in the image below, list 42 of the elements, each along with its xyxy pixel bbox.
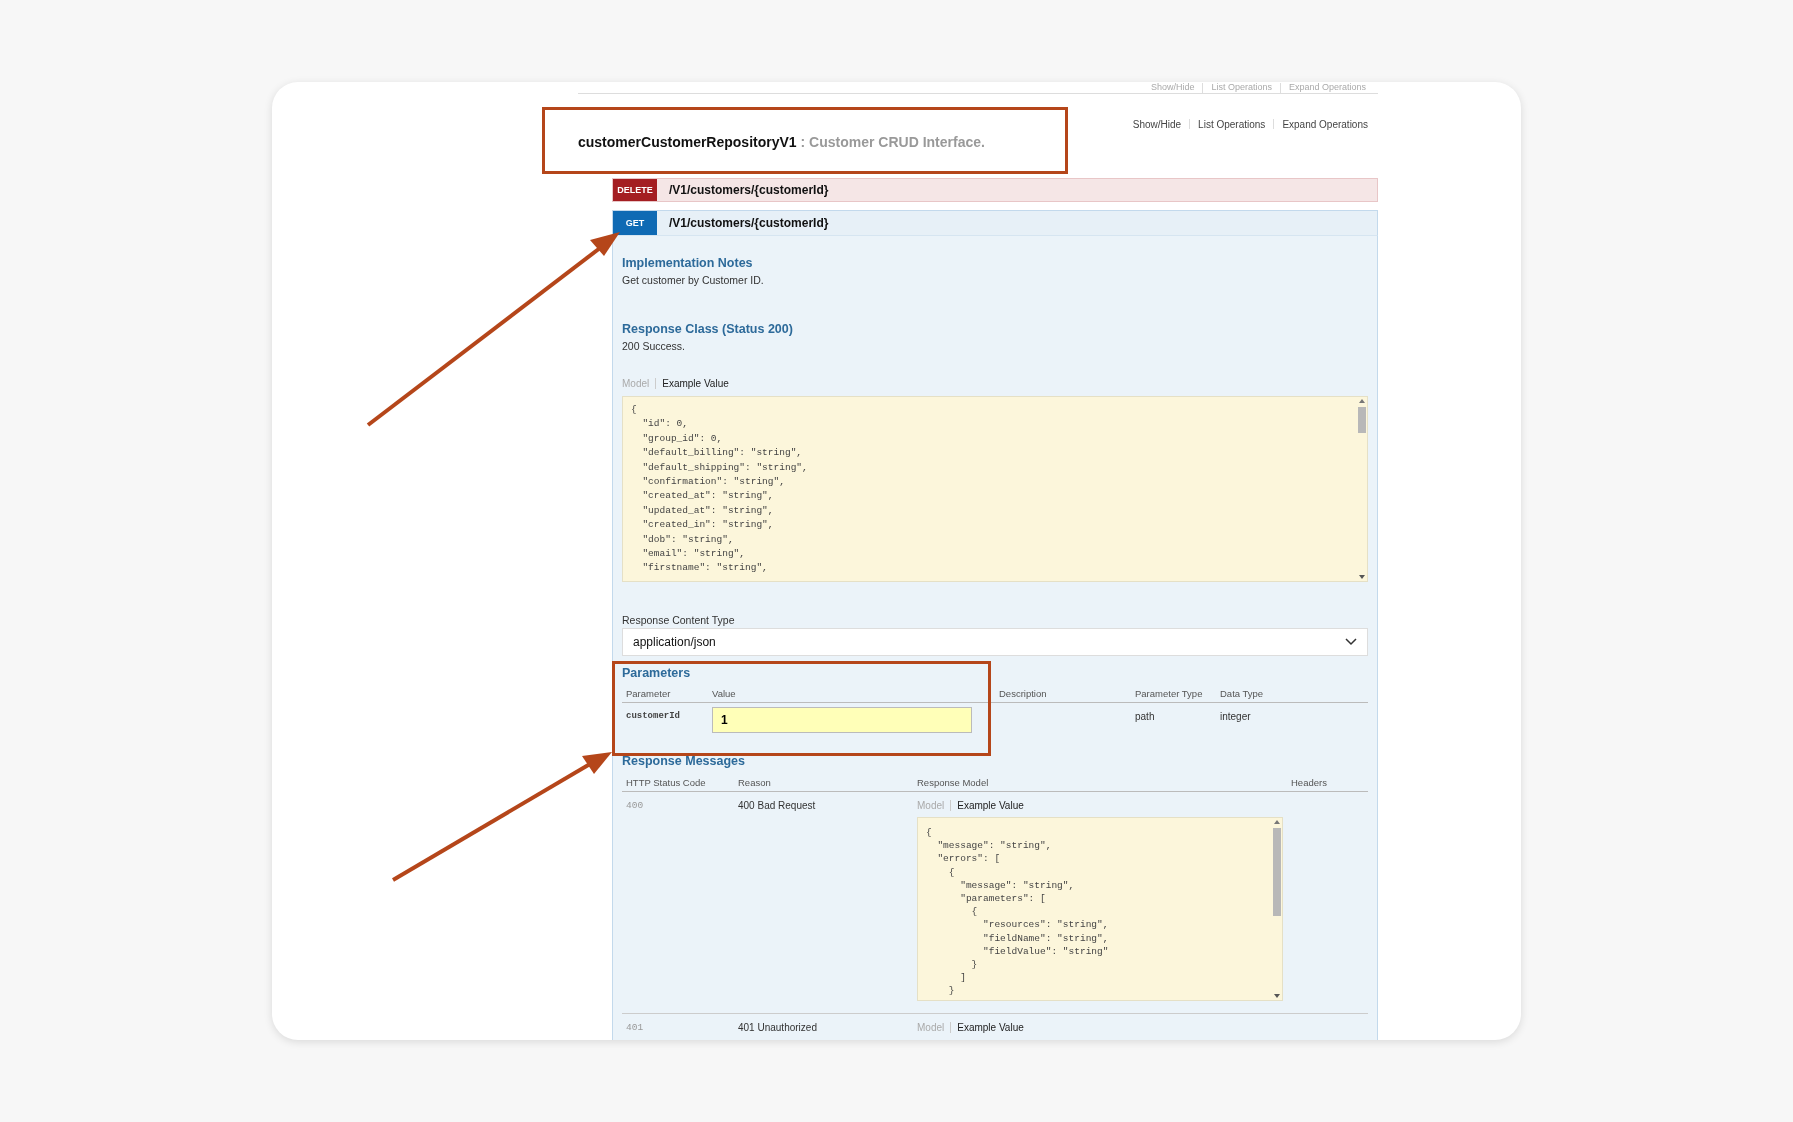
operation-path[interactable]: /V1/customers/{customerId}: [669, 183, 829, 197]
operation-bar[interactable]: GET /V1/customers/{customerId}: [612, 210, 1378, 236]
parameter-input[interactable]: 1: [712, 707, 972, 733]
column-header: Parameter: [626, 688, 672, 699]
column-header: Reason: [738, 777, 772, 788]
response-class-text: 200 Success.: [622, 340, 687, 352]
section-link[interactable]: Show/Hide: [1132, 118, 1182, 130]
section-heading: Implementation Notes: [622, 256, 754, 270]
model-tab[interactable]: Example Value: [951, 800, 1030, 811]
field-label: Response Content Type: [622, 614, 736, 626]
parameter-name: customerId: [626, 711, 681, 723]
operation-path[interactable]: /V1/customers/{customerId}: [669, 216, 829, 230]
section-link[interactable]: List Operations: [1198, 118, 1266, 130]
notes-text: Get customer by Customer ID.: [622, 274, 765, 286]
code-sample: { "id": 0, "group_id": 0, "default_billing": "string", "default_shipping": "string", "confirmation": "string", "created_at": "string", "updated_at": "string", "created_in": "string", "dob": "string", "email": "string", "firstname": "string",: [622, 396, 1368, 582]
table-cell-text: 401 Unauthorized: [738, 1022, 818, 1033]
content-type-select[interactable]: application/json: [622, 628, 1368, 656]
section-link[interactable]: Expand Operations: [1282, 118, 1368, 130]
model-tab[interactable]: Example Value: [951, 1022, 1030, 1033]
resource-description: : Customer CRUD Interface.: [800, 134, 985, 150]
method-badge: GET: [613, 211, 657, 235]
column-header: Parameter Type: [1135, 688, 1204, 699]
column-header: HTTP Status Code: [626, 777, 707, 788]
section-heading: Parameters: [622, 666, 692, 680]
model-tab[interactable]: Example Value: [656, 378, 735, 389]
status-code: 400: [626, 800, 645, 813]
table-cell-text: integer: [1220, 711, 1252, 724]
section-heading: Response Class (Status 200): [622, 322, 794, 336]
column-header: Data Type: [1220, 688, 1265, 699]
section-heading: Response Messages: [622, 754, 746, 768]
method-badge: DELETE: [613, 179, 657, 201]
chevron-down-icon: [1345, 638, 1357, 646]
operation-bar[interactable]: DELETE /V1/customers/{customerId}: [612, 178, 1378, 202]
table-cell-text: path: [1135, 711, 1156, 724]
column-header: Value: [712, 688, 737, 699]
status-code: 401: [626, 1022, 645, 1033]
resource-name[interactable]: customerCustomerRepositoryV1: [578, 134, 797, 150]
column-header: Description: [999, 688, 1048, 699]
code-sample: { "message": "string", "errors": [ { "message": "string", "parameters": [ { "resources": "string", "fieldName": "string", "fieldValue": "string" } ] }: [917, 817, 1283, 1001]
column-header: Response Model: [917, 777, 990, 788]
table-cell-text: 400 Bad Request: [738, 800, 817, 813]
column-header: Headers: [1291, 777, 1328, 788]
